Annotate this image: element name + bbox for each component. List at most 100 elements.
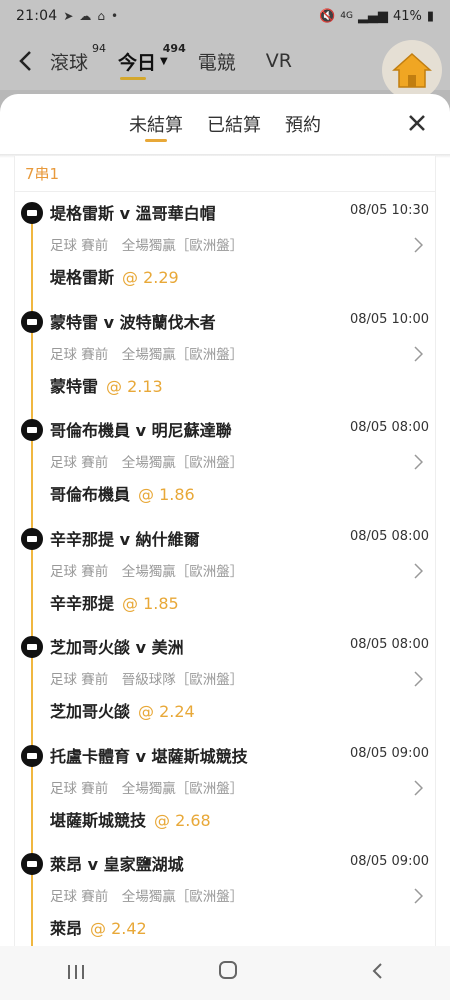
bet-market: 足球 賽前 全場獨贏［歐洲盤］: [50, 238, 244, 254]
status-bar: 21:04 ➤ ☁ ⌂ • 🔇 4G ▂▄▆ 41% ▮: [0, 0, 450, 32]
parlay-card: 7串1 堤格雷斯 v 溫哥華白帽 08/05 10:30 足球 賽前 全場獨贏［歐洲…: [14, 156, 436, 946]
bet-pick-team: 哥倫布機員: [50, 485, 131, 504]
bet-time: 08/05 08:00: [349, 420, 429, 435]
dot-icon: •: [111, 9, 119, 23]
league-logo-icon: [21, 636, 43, 658]
tab-reserved[interactable]: 預約: [285, 94, 321, 154]
bet-time: 08/05 09:00: [349, 745, 429, 761]
league-logo-icon: [21, 744, 43, 767]
home-icon: [392, 52, 432, 88]
bet-match: 萊昂 v 皇家鹽湖城: [50, 855, 184, 874]
bet-pick-team: 萊昂: [50, 919, 83, 938]
bet-item[interactable]: 芝加哥火燄 v 美洲 08/05 08:00 足球 賽前 晉級球隊［歐洲盤］ 芝加哥火…: [15, 626, 435, 735]
tab-today[interactable]: 今日 ▼ 494: [118, 32, 186, 90]
back-nav-button[interactable]: [371, 961, 383, 986]
bet-pick: 哥倫布機員 @ 1.86: [50, 481, 195, 505]
status-right: 🔇 4G ▂▄▆ 41% ▮: [319, 9, 434, 24]
chevron-right-icon[interactable]: [414, 454, 424, 475]
league-logo-icon: [21, 527, 43, 550]
tab-live[interactable]: 滾球 94: [50, 32, 106, 90]
telegram-icon: ➤: [63, 9, 74, 23]
bet-pick-team: 堪薩斯城競技: [50, 810, 147, 830]
sheet-tabs: 未結算 已結算 預約: [0, 94, 450, 154]
bet-pick: 蒙特雷 @ 2.13: [50, 373, 163, 397]
bet-pick: 辛辛那提 @ 1.85: [50, 590, 179, 614]
bet-odds: @ 2.29: [122, 268, 179, 287]
bet-market: 足球 賽前 全場獨贏［歐洲盤］: [50, 346, 244, 363]
status-time: 21:04: [16, 8, 58, 24]
chevron-right-icon[interactable]: [414, 779, 424, 801]
league-logo-icon: [21, 853, 43, 875]
tab-esports[interactable]: 電競: [198, 32, 236, 90]
bet-pick-team: 蒙特雷: [50, 376, 99, 396]
bet-match: 堤格雷斯 v 溫哥華白帽: [50, 204, 216, 223]
close-icon: [409, 115, 425, 131]
bet-item[interactable]: 蒙特雷 v 波特蘭伐木者 08/05 10:00 足球 賽前 全場獨贏［歐洲盤］ 蒙特…: [15, 301, 435, 410]
network-label: 4G: [340, 10, 353, 21]
bet-odds: @ 2.42: [90, 919, 147, 938]
bet-market: 足球 賽前 晉級球隊［歐洲盤］: [50, 672, 244, 688]
battery-icon: ▮: [426, 8, 434, 24]
bet-pick: 萊昂 @ 2.42: [50, 915, 147, 939]
bet-item[interactable]: 托盧卡體育 v 堪薩斯城競技 08/05 09:00 足球 賽前 全場獨贏［歐洲盤］…: [15, 735, 435, 844]
caret-down-icon: ▼: [160, 55, 168, 67]
system-nav-bar: [0, 946, 450, 1000]
bet-odds: @ 1.86: [138, 485, 195, 504]
bet-odds: @ 2.24: [138, 702, 195, 721]
home-nav-button[interactable]: [218, 960, 238, 986]
parlay-label: 7串1: [15, 156, 435, 192]
back-button[interactable]: [0, 32, 50, 90]
bet-match: 哥倫布機員 v 明尼蘇達聯: [50, 421, 232, 440]
bet-odds: @ 2.13: [106, 376, 163, 396]
bet-pick-team: 芝加哥火燄: [50, 702, 131, 721]
recent-apps-icon: [67, 964, 84, 979]
close-button[interactable]: [408, 110, 426, 138]
bet-market: 足球 賽前 全場獨贏［歐洲盤］: [50, 889, 244, 905]
chevron-right-icon[interactable]: [414, 888, 424, 909]
bet-match: 蒙特雷 v 波特蘭伐木者: [50, 312, 216, 332]
bet-odds: @ 2.68: [154, 810, 211, 830]
bet-item[interactable]: 辛辛那提 v 納什維爾 08/05 08:00 足球 賽前 全場獨贏［歐洲盤］ 辛辛那…: [15, 518, 435, 627]
league-logo-icon: [21, 419, 43, 441]
signal-icon: ▂▄▆: [357, 8, 388, 24]
bet-pick-team: 辛辛那提: [50, 593, 115, 613]
tab-settled[interactable]: 已結算: [207, 94, 261, 154]
bet-market: 足球 賽前 全場獨贏［歐洲盤］: [50, 455, 244, 471]
tab-esports-label: 電競: [197, 51, 236, 74]
bet-item[interactable]: 萊昂 v 皇家鹽湖城 08/05 09:00 足球 賽前 全場獨贏［歐洲盤］ 萊昂 @ …: [15, 843, 435, 946]
bet-match: 辛辛那提 v 納什維爾: [50, 529, 200, 549]
bet-pick: 堤格雷斯 @ 2.29: [50, 264, 179, 288]
chevron-right-icon[interactable]: [414, 237, 424, 258]
bet-odds: @ 1.85: [122, 593, 179, 613]
bet-market: 足球 賽前 全場獨贏［歐洲盤］: [50, 563, 244, 580]
bet-match: 芝加哥火燄 v 美洲: [50, 638, 184, 657]
bet-pick: 堪薩斯城競技 @ 2.68: [50, 807, 211, 831]
bet-item[interactable]: 哥倫布機員 v 明尼蘇達聯 08/05 08:00 足球 賽前 全場獨贏［歐洲盤］ 哥…: [15, 409, 435, 518]
tab-today-label: 今日: [118, 51, 157, 74]
cloud-icon: ☁: [79, 9, 92, 23]
notification-icons: ➤ ☁ ⌂ •: [63, 9, 118, 23]
top-nav: 滾球 94 今日 ▼ 494 電競 VR: [0, 32, 450, 100]
bet-item[interactable]: 堤格雷斯 v 溫哥華白帽 08/05 10:30 足球 賽前 全場獨贏［歐洲盤］ 堤格…: [15, 192, 435, 301]
bet-time: 08/05 08:00: [349, 637, 429, 652]
app-notification-icon: ⌂: [97, 9, 106, 23]
tab-vr-label: VR: [265, 50, 292, 72]
chevron-left-icon: [19, 51, 31, 71]
mute-icon: 🔇: [319, 8, 336, 24]
bet-time: 08/05 10:30: [349, 203, 429, 218]
recent-apps-button[interactable]: [67, 961, 85, 986]
battery-percent: 41%: [392, 8, 422, 24]
chevron-right-icon[interactable]: [414, 671, 424, 692]
bet-pick: 芝加哥火燄 @ 2.24: [50, 698, 195, 722]
chevron-right-icon[interactable]: [414, 345, 424, 367]
tab-live-count: 94: [92, 42, 107, 55]
back-chevron-icon: [372, 962, 383, 979]
tab-vr[interactable]: VR: [266, 32, 292, 90]
chevron-right-icon[interactable]: [414, 562, 424, 584]
tab-unsettled[interactable]: 未結算: [129, 94, 183, 154]
league-logo-icon: [21, 310, 43, 333]
tab-today-count: 494: [162, 42, 186, 55]
bet-match: 托盧卡體育 v 堪薩斯城競技: [50, 746, 248, 766]
bet-time: 08/05 08:00: [349, 528, 429, 544]
home-button[interactable]: [382, 40, 442, 100]
